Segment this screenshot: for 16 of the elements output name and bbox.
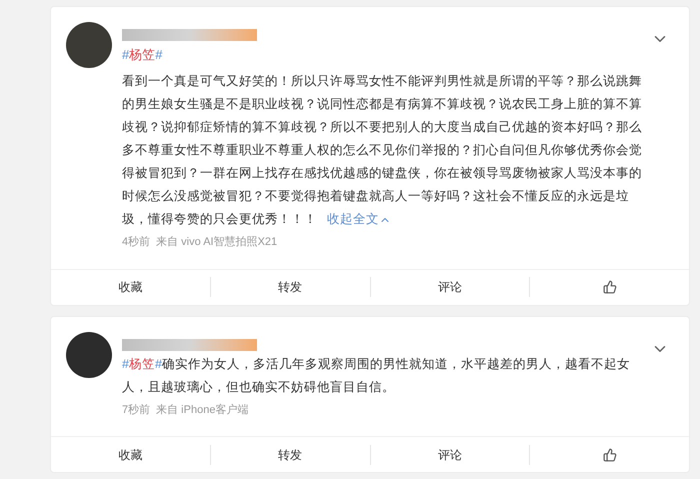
post-text: 看到一个真是可气又好笑的！所以只许辱骂女性不能评判男性就是所谓的平等？那么说跳舞的男生娘女生骚是不是职业歧视？说同性恋都是有病算不算歧视？说农民工身上脏的算不算歧视？说抑郁症矫情的算不算歧视？所以不要把别人的大度当成自己优越的资本好吗？那么多不尊重女性不尊重职业不尊重人权的怎么不见你们举报的？扪心自问但凡你够优秀你会觉得被冒犯到？一群在网上找存在感找优越感的键盘侠，你在被领导骂废物被家人骂没本事的时候怎么没感觉被冒犯？不要觉得抱着键盘就高人一等好吗？这社会不懂反应的永远是垃圾，懂得夸赞的只会更优秀！！！ 收起全文 (122, 70, 651, 231)
action-button[interactable]: 收藏 (118, 446, 142, 464)
hashtag-link[interactable]: #杨笠# (122, 356, 162, 370)
avatar[interactable] (66, 332, 112, 378)
post-time: 4秒前 (122, 235, 150, 250)
thumbs-up-icon[interactable] (602, 448, 617, 462)
action-button[interactable]: 转发 (278, 446, 302, 464)
post-text: #杨笠#确实作为女人，多活几年多观察周围的男性就知道，水平越差的男人，越看不起女人，且越玻璃心，但也确实不妨碍他盲目自信。 (122, 356, 632, 396)
action-button[interactable]: 转发 (278, 278, 302, 296)
hashtag-link[interactable]: #杨笠# (122, 47, 162, 62)
post-time: 7秒前 (122, 402, 150, 418)
action-button[interactable]: 评论 (438, 278, 462, 296)
action-button[interactable]: 收藏 (118, 278, 142, 296)
thumbs-up-icon[interactable] (602, 280, 617, 294)
action-button[interactable]: 评论 (438, 446, 462, 464)
avatar[interactable] (66, 22, 112, 68)
